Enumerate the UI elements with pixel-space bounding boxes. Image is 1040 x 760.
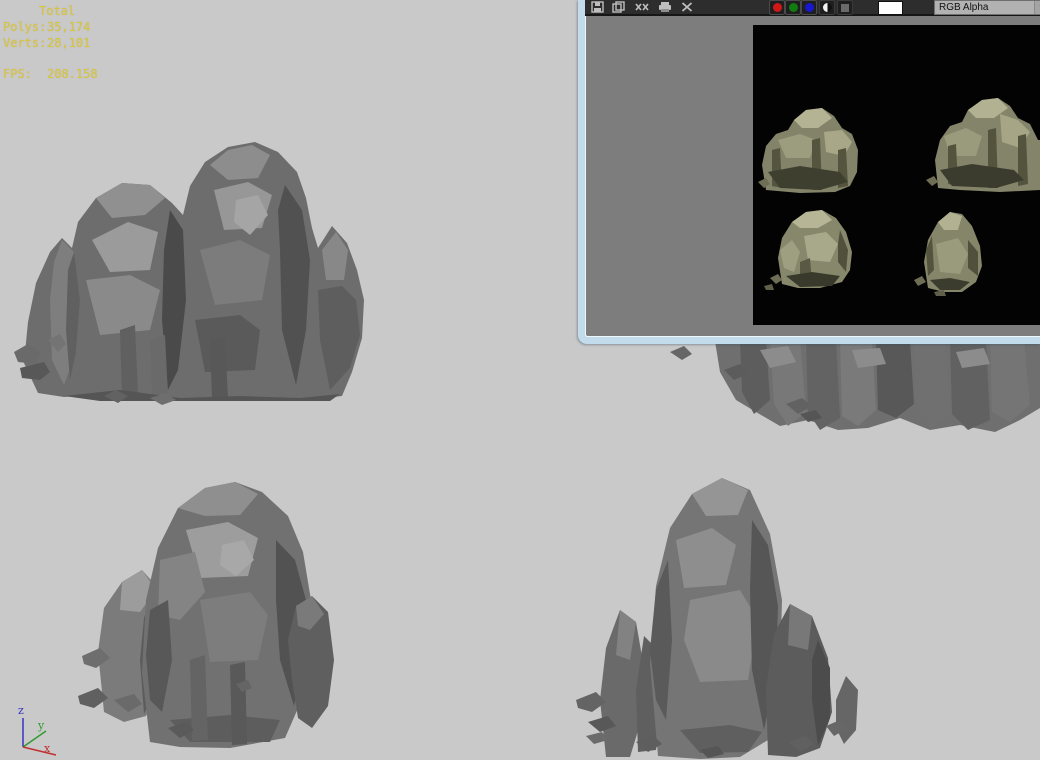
clone-window-icon[interactable] <box>635 1 649 13</box>
stats-verts-label: Verts: <box>3 36 47 50</box>
stats-verts-value: 28,101 <box>47 36 91 50</box>
print-image-icon[interactable] <box>658 1 672 13</box>
stats-fps-value: 208.158 <box>47 67 98 81</box>
channel-display-dropdown[interactable]: RGB Alpha ▼ <box>934 0 1040 15</box>
copy-image-icon[interactable] <box>612 1 626 13</box>
monochrome-button[interactable] <box>819 0 835 15</box>
clear-icon[interactable] <box>681 1 695 13</box>
stats-polys-label: Polys: <box>3 20 47 34</box>
textured-rock-small-left <box>764 210 852 290</box>
textured-rock-cluster-right <box>926 98 1040 192</box>
rock-boulder-tall[interactable] <box>576 478 858 759</box>
textured-rock-cluster-left <box>758 108 858 193</box>
axis-x-label: x <box>44 742 51 755</box>
channel-display-value: RGB Alpha <box>939 2 989 13</box>
rendered-frame-window[interactable]: RGB Alpha ▼ <box>578 0 1040 344</box>
alpha-channel-button[interactable] <box>837 0 853 15</box>
rendered-image <box>758 98 1040 296</box>
stats-fps-label: FPS: <box>3 67 32 81</box>
rfw-toolbar: RGB Alpha ▼ <box>585 0 1040 16</box>
blue-channel-button[interactable] <box>801 0 817 15</box>
chevron-down-icon: ▼ <box>1034 1 1040 14</box>
textured-rock-small-right <box>914 212 982 296</box>
green-channel-icon <box>788 3 798 12</box>
max-viewport[interactable]: z y x Total Polys: 35,174 Verts: 28,101 … <box>0 0 1040 760</box>
alpha-channel-icon <box>841 3 849 12</box>
rock-boulder-round[interactable] <box>78 482 334 748</box>
monochrome-icon <box>822 3 832 12</box>
red-channel-button[interactable] <box>769 0 785 15</box>
rock-cluster-partially-hidden[interactable] <box>670 335 1040 432</box>
stats-total-label: Total <box>39 4 76 18</box>
background-color-swatch[interactable] <box>878 1 903 15</box>
axis-gizmo: z y x <box>18 704 57 756</box>
viewport-statistics: Total Polys: 35,174 Verts: 28,101 FPS: 2… <box>3 3 98 82</box>
axis-z-label: z <box>18 704 24 717</box>
blue-channel-icon <box>804 3 814 12</box>
stats-polys-value: 35,174 <box>47 20 91 34</box>
rendered-image-area <box>753 25 1040 325</box>
axis-y-label: y <box>37 719 45 732</box>
rock-cluster-large[interactable] <box>14 142 364 405</box>
red-channel-icon <box>772 3 782 12</box>
save-image-icon[interactable] <box>591 1 605 13</box>
green-channel-button[interactable] <box>785 0 801 15</box>
